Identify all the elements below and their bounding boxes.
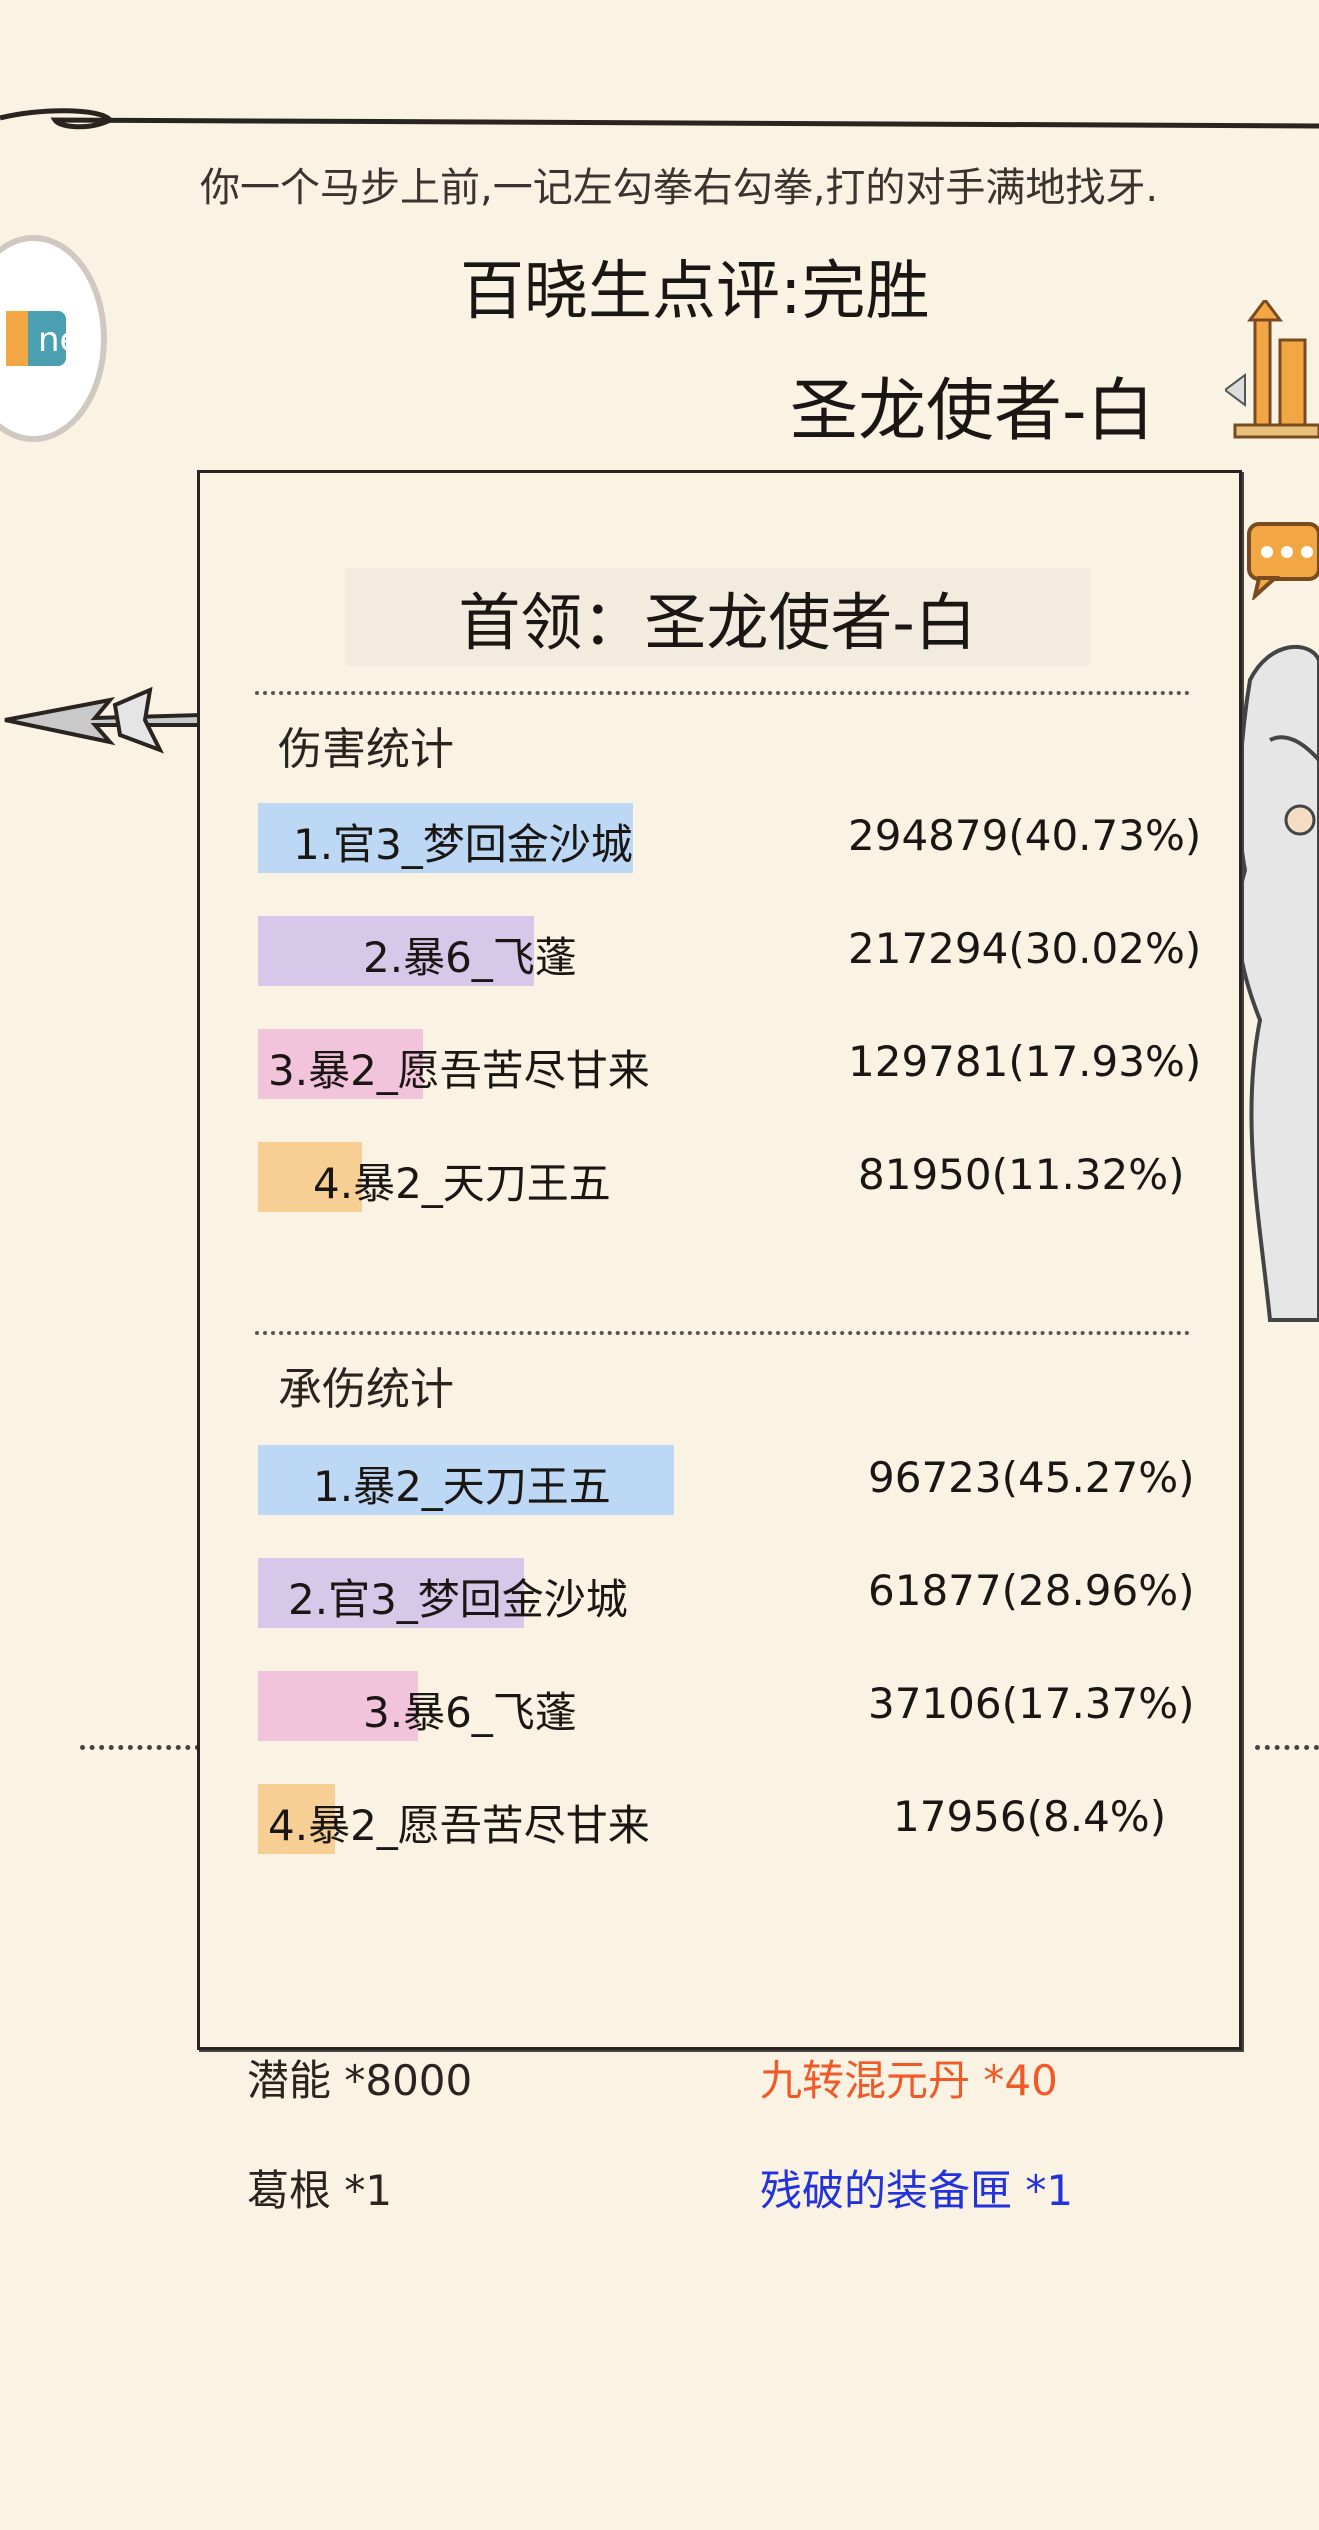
- stat-row: 1.官3_梦回金沙城 294879(40.73%): [258, 803, 1208, 873]
- stat-label: 2.暴6_飞蓬: [363, 933, 577, 982]
- damage-section-title: 伤害统计: [278, 724, 454, 775]
- stat-value: 17956(8.4%): [893, 1792, 1167, 1841]
- battle-verdict: 百晓生点评:完胜: [460, 255, 930, 329]
- stat-value: 37106(17.37%): [868, 1679, 1195, 1728]
- character-illustration: [1235, 645, 1319, 1322]
- rank-chart-icon[interactable]: [1225, 300, 1319, 450]
- stat-label: 4.暴2_愿吾苦尽甘来: [268, 1801, 650, 1850]
- reward-item: 九转混元丹 *40: [760, 2056, 1058, 2105]
- avatar-icon: ne: [6, 311, 80, 366]
- stat-row: 1.暴2_天刀王五 96723(45.27%): [258, 1445, 1208, 1515]
- chat-icon[interactable]: [1245, 520, 1319, 600]
- panel-title-box: 首领：圣龙使者-白: [345, 568, 1090, 666]
- stat-value: 217294(30.02%): [848, 924, 1202, 973]
- stat-value: 81950(11.32%): [858, 1150, 1185, 1199]
- stat-label: 3.暴2_愿吾苦尽甘来: [268, 1046, 650, 1095]
- panel-title: 首领：圣龙使者-白: [458, 586, 977, 659]
- taken-section-title: 承伤统计: [278, 1364, 454, 1415]
- stat-value: 61877(28.96%): [868, 1566, 1195, 1615]
- opponent-name: 圣龙使者-白: [790, 372, 1155, 451]
- reward-item: 葛根 *1: [247, 2166, 393, 2215]
- stat-row: 4.暴2_愿吾苦尽甘来 17956(8.4%): [258, 1784, 1208, 1854]
- stat-label: 2.官3_梦回金沙城: [288, 1575, 628, 1624]
- spear-icon: [4, 686, 202, 754]
- stat-label: 4.暴2_天刀王五: [313, 1159, 611, 1208]
- stat-row: 2.官3_梦回金沙城 61877(28.96%): [258, 1558, 1208, 1628]
- stat-row: 3.暴2_愿吾苦尽甘来 129781(17.93%): [258, 1029, 1208, 1099]
- dotted-divider: [80, 1745, 200, 1756]
- stat-value: 129781(17.93%): [848, 1037, 1202, 1086]
- stat-row: 3.暴6_飞蓬 37106(17.37%): [258, 1671, 1208, 1741]
- brush-divider: [0, 108, 1319, 130]
- stat-row: 4.暴2_天刀王五 81950(11.32%): [258, 1142, 1208, 1212]
- avatar[interactable]: ne: [0, 235, 107, 442]
- dotted-divider: [255, 691, 1190, 695]
- battle-narration: 你一个马步上前,一记左勾拳右勾拳,打的对手满地找牙.: [200, 165, 1159, 211]
- stat-label: 1.官3_梦回金沙城: [293, 820, 633, 869]
- reward-item: 潜能 *8000: [247, 2056, 473, 2105]
- dotted-divider: [255, 1331, 1190, 1335]
- stats-panel[interactable]: 首领：圣龙使者-白 伤害统计 1.官3_梦回金沙城 294879(40.73%) 2…: [197, 470, 1242, 2050]
- stat-value: 294879(40.73%): [848, 811, 1202, 860]
- dotted-divider: [1255, 1745, 1319, 1756]
- stat-label: 1.暴2_天刀王五: [313, 1462, 611, 1511]
- stat-value: 96723(45.27%): [868, 1453, 1195, 1502]
- reward-item: 残破的装备匣 *1: [760, 2166, 1074, 2215]
- stat-row: 2.暴6_飞蓬 217294(30.02%): [258, 916, 1208, 986]
- stat-label: 3.暴6_飞蓬: [363, 1688, 577, 1737]
- avatar-tag: ne: [38, 320, 80, 360]
